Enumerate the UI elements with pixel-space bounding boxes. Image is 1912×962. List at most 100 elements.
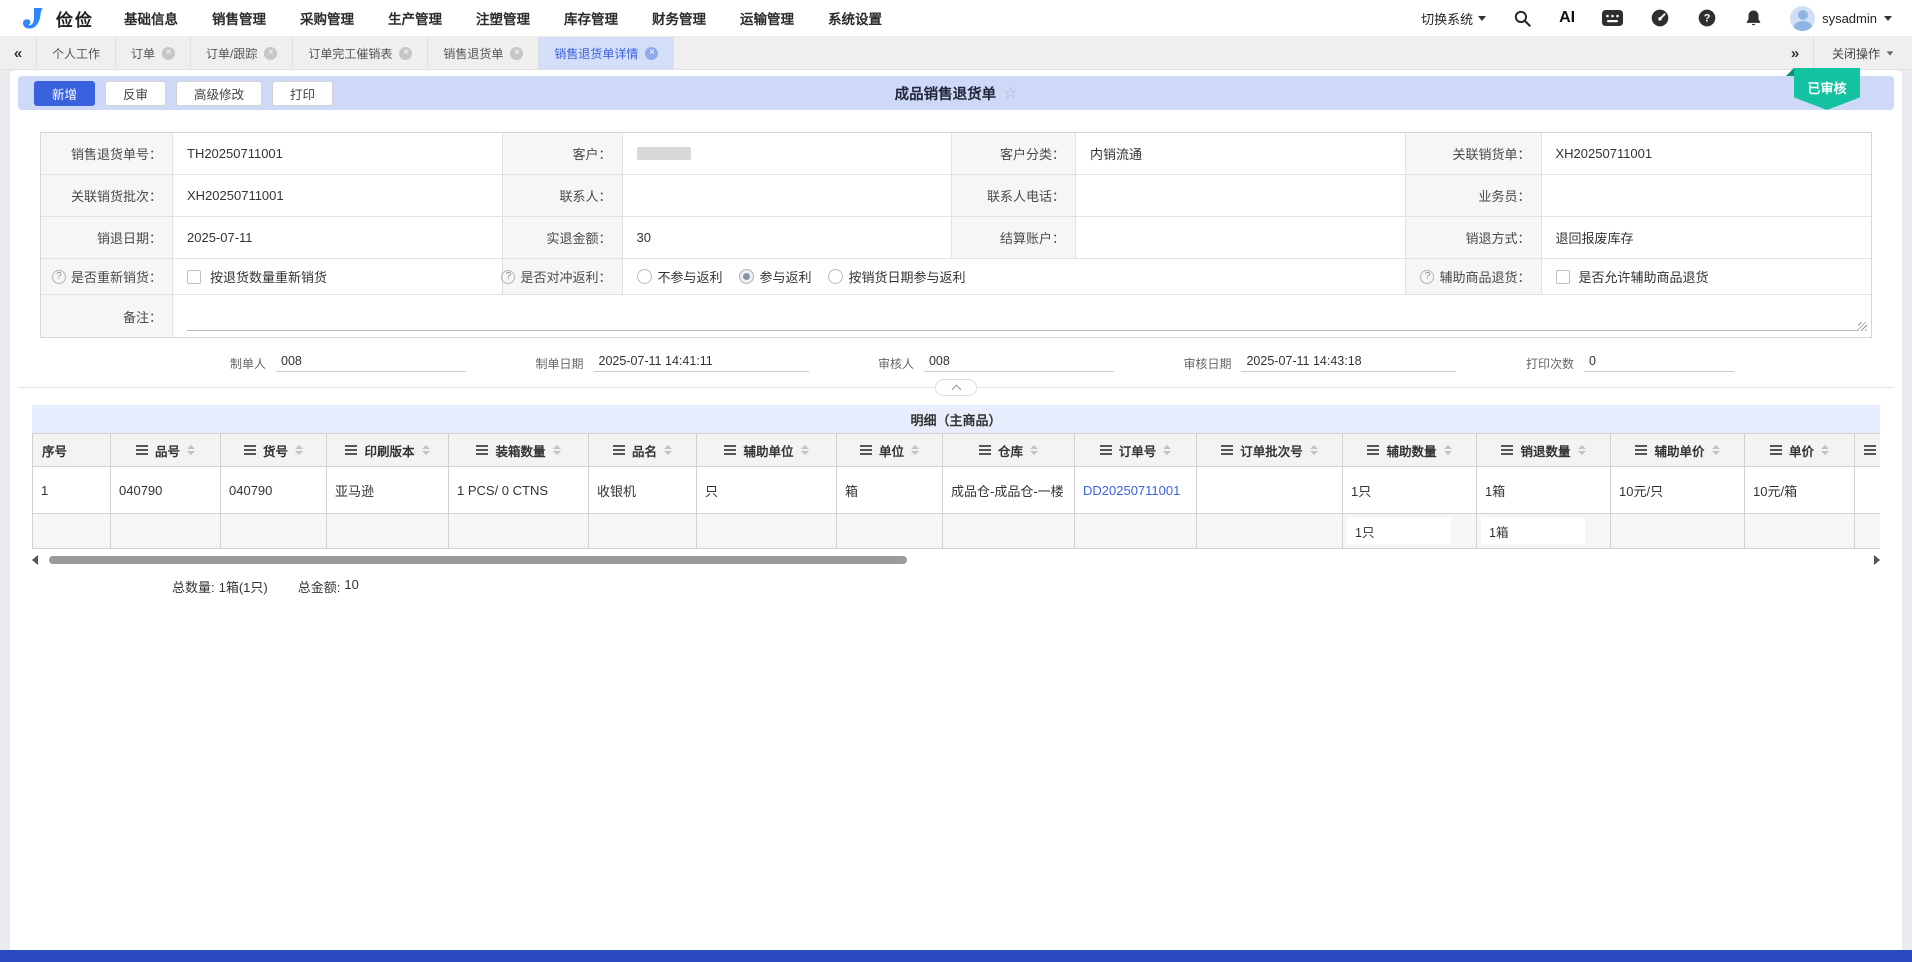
scroll-right-arrow-icon[interactable] (1874, 555, 1880, 565)
radio-icon[interactable] (637, 269, 652, 284)
tab-order-completion-report[interactable]: 订单完工催销表 (293, 37, 428, 69)
tabs-scroll-right-icon[interactable] (1777, 37, 1813, 69)
column-header-warehouse[interactable]: 仓库 (943, 434, 1075, 467)
sort-icon[interactable] (1030, 445, 1038, 455)
column-header-aux-price[interactable]: 辅助单价 (1611, 434, 1745, 467)
customer-field[interactable] (623, 133, 953, 175)
aux-return-checkbox[interactable] (1556, 270, 1570, 284)
tab-personal-work[interactable]: 个人工作 (36, 37, 116, 69)
rebate-option-by-sales-date[interactable]: 按销货日期参与返利 (828, 267, 966, 286)
ai-assistant-button[interactable]: AI (1559, 9, 1575, 27)
collapse-header-button[interactable] (935, 379, 977, 396)
column-header-unit-price[interactable]: 单价 (1745, 434, 1855, 467)
salesman-field[interactable] (1542, 175, 1872, 217)
close-icon[interactable] (510, 47, 523, 60)
contact-field[interactable] (623, 175, 953, 217)
close-icon[interactable] (399, 47, 412, 60)
sort-icon[interactable] (187, 445, 195, 455)
radio-icon[interactable] (828, 269, 843, 284)
contact-phone-field[interactable] (1076, 175, 1406, 217)
column-header-order-batch-no[interactable]: 订单批次号 (1197, 434, 1343, 467)
column-header-packing-qty[interactable]: 装箱数量 (449, 434, 589, 467)
customer-category-field[interactable]: 内销流通 (1076, 133, 1406, 175)
column-header-cargo-no[interactable]: 货号 (221, 434, 327, 467)
column-header-partial[interactable] (1855, 434, 1881, 467)
advanced-edit-button[interactable]: 高级修改 (176, 81, 262, 106)
column-header-return-qty[interactable]: 销退数量 (1477, 434, 1611, 467)
radio-selected-icon[interactable] (739, 269, 754, 284)
switch-system-dropdown[interactable]: 切换系统 (1421, 9, 1486, 28)
column-menu-icon[interactable] (860, 445, 872, 455)
user-menu[interactable]: sysadmin (1790, 6, 1892, 31)
tab-sales-return[interactable]: 销售退货单 (428, 37, 539, 69)
scrollbar-thumb[interactable] (49, 556, 907, 564)
print-button[interactable]: 打印 (272, 81, 333, 106)
summary-aux-qty-input[interactable] (1347, 518, 1451, 544)
column-menu-icon[interactable] (1770, 445, 1782, 455)
sort-icon[interactable] (295, 445, 303, 455)
help-circle-icon[interactable] (52, 270, 66, 284)
column-header-print-version[interactable]: 印刷版本 (327, 434, 449, 467)
column-menu-icon[interactable] (476, 445, 488, 455)
return-no-field[interactable]: TH20250711001 (173, 133, 503, 175)
sort-icon[interactable] (422, 445, 430, 455)
column-menu-icon[interactable] (1367, 445, 1379, 455)
column-header-aux-unit[interactable]: 辅助单位 (697, 434, 837, 467)
sort-icon[interactable] (801, 445, 809, 455)
column-header-unit[interactable]: 单位 (837, 434, 943, 467)
app-logo-icon[interactable] (20, 5, 47, 32)
menu-basic-info[interactable]: 基础信息 (124, 8, 178, 28)
scroll-left-arrow-icon[interactable] (32, 555, 38, 565)
sort-icon[interactable] (553, 445, 561, 455)
close-icon[interactable] (645, 47, 658, 60)
help-icon[interactable]: ? (1697, 8, 1717, 28)
column-header-product-name[interactable]: 品名 (589, 434, 697, 467)
resell-checkbox[interactable] (187, 270, 201, 284)
scrollbar-track[interactable] (43, 555, 1869, 565)
order-no-link[interactable]: DD20250711001 (1083, 483, 1180, 498)
menu-purchase[interactable]: 采购管理 (300, 8, 354, 28)
sort-icon[interactable] (911, 445, 919, 455)
related-sales-batch-field[interactable]: XH20250711001 (173, 175, 503, 217)
summary-return-qty-input[interactable] (1481, 518, 1585, 544)
column-header-aux-qty[interactable]: 辅助数量 (1343, 434, 1477, 467)
column-menu-icon[interactable] (1635, 445, 1647, 455)
shortcut-keys-icon[interactable] (1602, 10, 1623, 27)
menu-transport[interactable]: 运输管理 (740, 8, 794, 28)
remark-textarea[interactable] (173, 295, 1871, 337)
column-menu-icon[interactable] (1864, 445, 1876, 455)
menu-injection[interactable]: 注塑管理 (476, 8, 530, 28)
column-menu-icon[interactable] (1501, 445, 1513, 455)
menu-finance[interactable]: 财务管理 (652, 8, 706, 28)
column-menu-icon[interactable] (979, 445, 991, 455)
rebate-option-join[interactable]: 参与返利 (739, 267, 812, 286)
close-icon[interactable] (264, 47, 277, 60)
column-menu-icon[interactable] (613, 445, 625, 455)
close-icon[interactable] (162, 47, 175, 60)
actual-refund-field[interactable]: 30 (623, 217, 953, 259)
column-menu-icon[interactable] (345, 445, 357, 455)
sort-icon[interactable] (1163, 445, 1171, 455)
favorite-star-icon[interactable] (1003, 83, 1017, 103)
dashboard-gauge-icon[interactable] (1650, 8, 1670, 28)
sort-icon[interactable] (664, 445, 672, 455)
resize-handle-icon[interactable] (1858, 322, 1867, 331)
sort-icon[interactable] (1578, 445, 1586, 455)
related-sales-order-field[interactable]: XH20250711001 (1542, 133, 1872, 175)
sort-icon[interactable] (1821, 445, 1829, 455)
return-date-field[interactable]: 2025-07-11 (173, 217, 503, 259)
unapprove-button[interactable]: 反审 (105, 81, 166, 106)
menu-sales[interactable]: 销售管理 (212, 8, 266, 28)
menu-production[interactable]: 生产管理 (388, 8, 442, 28)
column-menu-icon[interactable] (136, 445, 148, 455)
help-circle-icon[interactable] (501, 270, 515, 284)
column-menu-icon[interactable] (1100, 445, 1112, 455)
settlement-account-field[interactable] (1076, 217, 1406, 259)
sort-icon[interactable] (1712, 445, 1720, 455)
close-operations-dropdown[interactable]: 关闭操作 (1813, 37, 1912, 69)
column-menu-icon[interactable] (1221, 445, 1233, 455)
rebate-option-none[interactable]: 不参与返利 (637, 267, 723, 286)
tab-sales-return-detail[interactable]: 销售退货单详情 (539, 37, 674, 69)
sort-icon[interactable] (1444, 445, 1452, 455)
detail-row[interactable]: 1 040790 040790 亚马逊 1 PCS/ 0 CTNS 收银机 只 … (33, 467, 1881, 514)
